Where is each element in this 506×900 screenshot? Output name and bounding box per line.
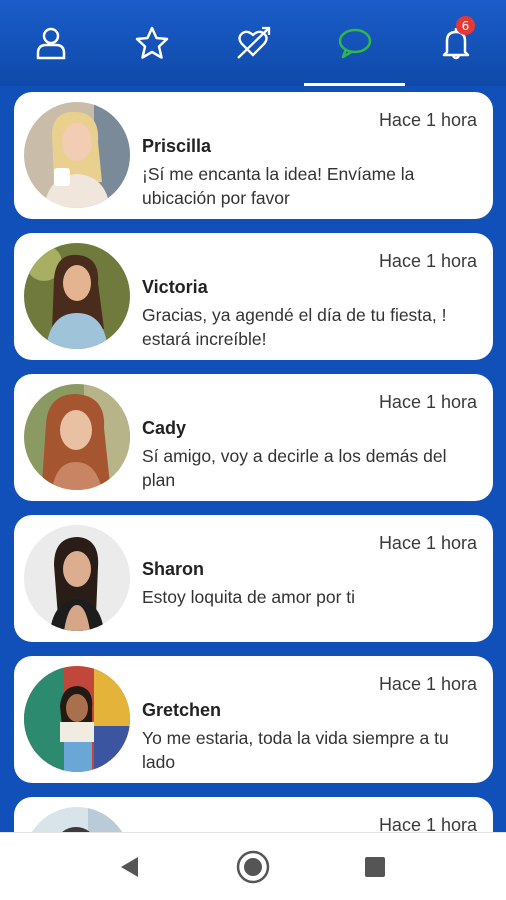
contact-name: Victoria — [142, 277, 208, 297]
home-button[interactable] — [233, 849, 273, 885]
system-navigation-bar — [0, 832, 506, 900]
conversation-item[interactable]: Hace 1 hora Victoria Gracias, ya agendé … — [14, 233, 493, 360]
home-icon — [236, 850, 270, 884]
heart-arrow-icon — [236, 26, 270, 59]
conversation-time: Hace 1 hora — [378, 533, 477, 553]
avatar — [24, 525, 130, 631]
back-icon — [121, 857, 138, 877]
chat-bubble-icon — [338, 28, 371, 59]
contact-name: Cady — [142, 418, 187, 438]
last-message: Yo me estaria, toda la vida siempre a tu… — [142, 728, 449, 772]
avatar — [24, 666, 130, 772]
conversation-item[interactable]: Hace 1 hora Cady Sí amigo, voy a decirle… — [14, 374, 493, 501]
tab-favorites[interactable] — [101, 0, 202, 86]
conversation-time: Hace 1 hora — [378, 251, 477, 271]
conversation-item[interactable]: Hace 1 hora Gretchen Yo me estaria, toda… — [14, 656, 493, 783]
contact-name: Priscilla — [142, 136, 212, 156]
last-message: Sí amigo, voy a decirle a los demás del … — [142, 446, 447, 490]
last-message: Estoy loquita de amor por ti — [142, 587, 356, 607]
avatar — [24, 807, 130, 832]
conversation-time: Hace 1 hora — [378, 674, 477, 694]
conversation-item[interactable]: Hace 1 hora — [14, 797, 493, 832]
conversation-time: Hace 1 hora — [378, 815, 477, 832]
conversation-item[interactable]: Hace 1 hora Sharon Estoy loquita de amor… — [14, 515, 493, 642]
profile-icon — [36, 27, 65, 60]
contact-name: Gretchen — [142, 700, 222, 720]
avatar — [24, 243, 130, 349]
conversation-item[interactable]: Hace 1 hora Priscilla ¡Sí me encanta la … — [14, 92, 493, 219]
avatar — [24, 384, 130, 490]
conversation-time: Hace 1 hora — [378, 110, 477, 130]
tab-profile[interactable] — [0, 0, 101, 86]
notification-badge: 6 — [456, 16, 475, 35]
star-icon — [135, 26, 168, 59]
recents-icon — [365, 857, 385, 877]
top-tab-bar: 6 — [0, 0, 506, 86]
tab-notifications[interactable] — [405, 0, 506, 86]
conversation-time: Hace 1 hora — [378, 392, 477, 412]
last-message: ¡Sí me encanta la idea! Envíame la ubica… — [142, 164, 415, 208]
recents-button[interactable] — [355, 849, 395, 885]
contact-name: Sharon — [142, 559, 205, 579]
conversation-list[interactable]: Hace 1 hora Priscilla ¡Sí me encanta la … — [0, 86, 506, 832]
tab-messages[interactable] — [304, 0, 405, 86]
back-button[interactable] — [110, 849, 150, 885]
avatar — [24, 102, 130, 208]
tab-matches[interactable] — [202, 0, 303, 86]
last-message: Gracias, ya agendé el día de tu fiesta, … — [142, 305, 447, 349]
